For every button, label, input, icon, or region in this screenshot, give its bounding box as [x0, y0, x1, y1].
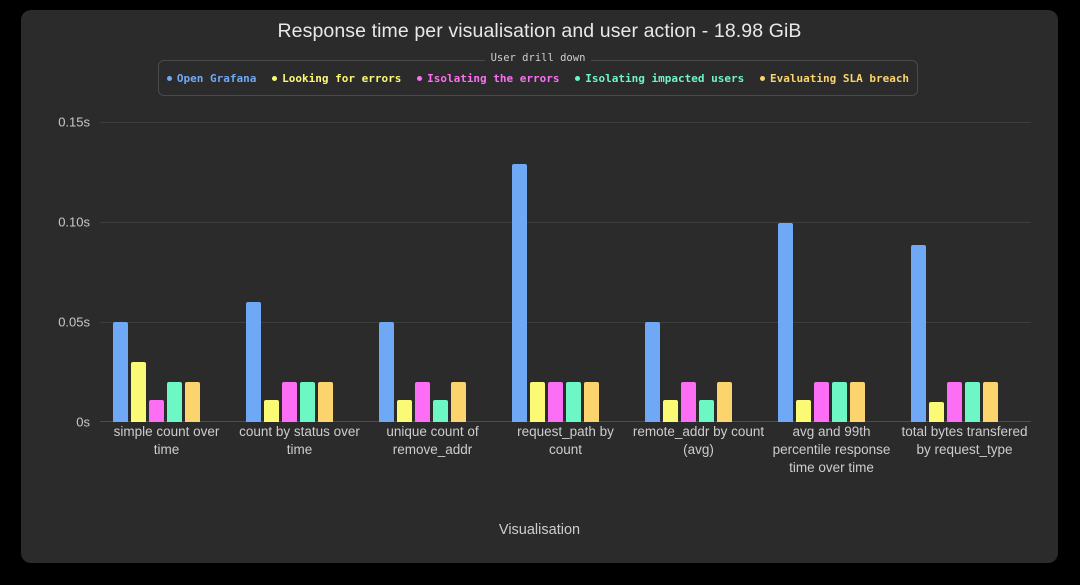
legend-item-4[interactable]: Evaluating SLA breach — [759, 71, 910, 85]
legend-item-label: Isolating impacted users — [585, 71, 745, 85]
bar-isolating-impacted-users[interactable] — [167, 382, 182, 422]
legend-item-label: Isolating the errors — [427, 71, 560, 85]
bar-open-grafana[interactable] — [778, 223, 793, 422]
bar-open-grafana[interactable] — [379, 322, 394, 422]
bar-looking-for-errors[interactable] — [530, 382, 545, 422]
bar-isolating-the-errors[interactable] — [947, 382, 962, 422]
x-axis-title: Visualisation — [498, 522, 581, 538]
bar-looking-for-errors[interactable] — [264, 400, 279, 422]
bar-evaluating-sla-breach[interactable] — [717, 382, 732, 422]
bar-group — [100, 102, 233, 422]
bar-isolating-the-errors[interactable] — [149, 400, 164, 422]
bar-evaluating-sla-breach[interactable] — [185, 382, 200, 422]
bar-group — [233, 102, 366, 422]
bar-isolating-the-errors[interactable] — [548, 382, 563, 422]
bar-open-grafana[interactable] — [113, 322, 128, 422]
bar-group — [632, 102, 765, 422]
y-axis-tick-label: 0.15s — [58, 114, 90, 130]
legend-item-1[interactable]: Looking for errors — [272, 72, 401, 85]
y-axis-tick-label: 0.05s — [58, 314, 90, 330]
y-axis-tick-label: 0s — [76, 414, 90, 430]
bar-group — [366, 102, 499, 422]
bar-open-grafana[interactable] — [645, 322, 660, 422]
legend-item-0[interactable]: Open Grafana — [166, 71, 257, 85]
bar-looking-for-errors[interactable] — [131, 362, 146, 422]
legend[interactable]: User drill down Open Grafana Looking for … — [158, 52, 918, 96]
bar-looking-for-errors[interactable] — [397, 400, 412, 422]
bar-open-grafana[interactable] — [512, 164, 527, 422]
legend-item-3[interactable]: Isolating impacted users — [575, 72, 744, 85]
bar-group — [499, 102, 632, 422]
bar-evaluating-sla-breach[interactable] — [983, 382, 998, 422]
legend-swatch-icon — [575, 75, 581, 81]
bar-looking-for-errors[interactable] — [929, 402, 944, 422]
legend-swatch-icon — [417, 75, 423, 81]
bar-evaluating-sla-breach[interactable] — [850, 382, 865, 422]
bar-open-grafana[interactable] — [246, 302, 261, 422]
bar-isolating-impacted-users[interactable] — [300, 382, 315, 422]
bar-isolating-the-errors[interactable] — [681, 382, 696, 422]
legend-title: User drill down — [159, 52, 917, 64]
legend-title-text: User drill down — [484, 52, 592, 64]
x-axis-tick-label: simple count over time — [113, 424, 220, 457]
bar-evaluating-sla-breach[interactable] — [318, 382, 333, 422]
x-axis-tick-label: count by status over time — [239, 424, 360, 457]
x-axis-tick-label: request_path by count — [517, 424, 614, 457]
bar-evaluating-sla-breach[interactable] — [451, 382, 466, 422]
x-axis-tick-label: total bytes transfered by request_type — [901, 424, 1028, 457]
x-axis-tick-label: remote_addr by count (avg) — [632, 424, 765, 457]
legend-item-label: Looking for errors — [282, 71, 402, 85]
legend-swatch-icon — [166, 75, 172, 81]
y-axis-tick-label: 0.10s — [58, 214, 90, 230]
bar-isolating-impacted-users[interactable] — [832, 382, 847, 422]
bar-evaluating-sla-breach[interactable] — [584, 382, 599, 422]
legend-swatch-icon — [759, 75, 765, 81]
x-axis-tick-label: avg and 99th percentile response time ov… — [772, 424, 891, 475]
bar-isolating-impacted-users[interactable] — [699, 400, 714, 422]
page-title: Response time per visualisation and user… — [277, 20, 802, 42]
bar-looking-for-errors[interactable] — [663, 400, 678, 422]
x-axis-tick-label: unique count of remove_addr — [386, 424, 479, 457]
legend-item-2[interactable]: Isolating the errors — [417, 71, 560, 85]
bar-isolating-the-errors[interactable] — [282, 382, 297, 422]
bar-open-grafana[interactable] — [911, 245, 926, 422]
plot-area: 0.15s 0.10s 0.05s 0s simple count over time c… — [58, 102, 1031, 475]
bar-looking-for-errors[interactable] — [796, 400, 811, 422]
bar-isolating-impacted-users[interactable] — [566, 382, 581, 422]
bar-group — [765, 102, 898, 422]
bar-isolating-the-errors[interactable] — [814, 382, 829, 422]
bar-isolating-impacted-users[interactable] — [965, 382, 980, 422]
chart-panel: Response time per visualisation and user… — [21, 10, 1058, 563]
legend-item-label: Evaluating SLA breach — [769, 71, 910, 85]
bar-isolating-impacted-users[interactable] — [433, 400, 448, 422]
bar-group — [898, 102, 1031, 422]
bar-isolating-the-errors[interactable] — [415, 382, 430, 422]
legend-swatch-icon — [272, 75, 278, 81]
legend-item-label: Open Grafana — [176, 71, 257, 85]
